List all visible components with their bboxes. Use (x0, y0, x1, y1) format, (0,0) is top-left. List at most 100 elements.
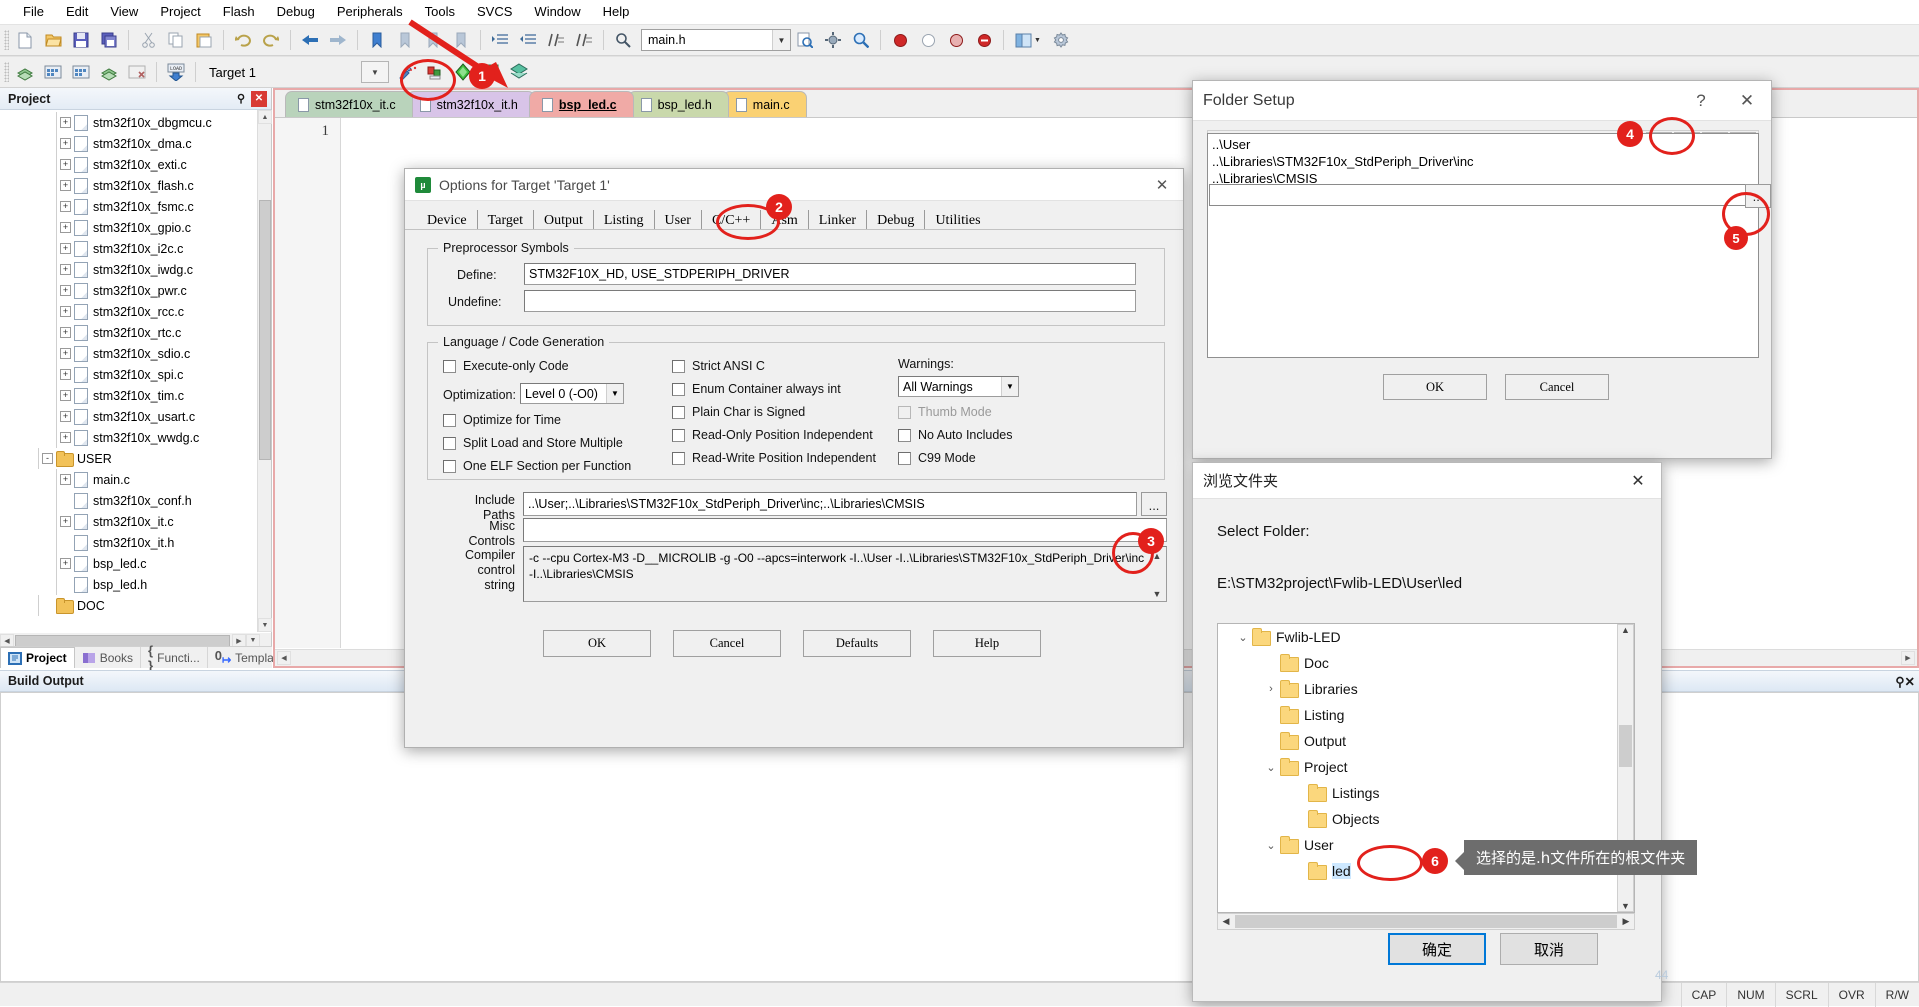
expand-icon[interactable]: + (60, 390, 71, 401)
tree-item[interactable]: + stm32f10x_flash.c (0, 175, 257, 196)
ok-button[interactable]: OK (543, 630, 651, 657)
checkbox-box[interactable] (898, 451, 911, 465)
open-file-icon[interactable] (40, 27, 66, 53)
checkbox-box[interactable] (672, 359, 685, 373)
menu-item-edit[interactable]: Edit (55, 1, 99, 22)
dialog-title-bar[interactable]: Folder Setup ? ✕ (1193, 81, 1771, 121)
list-item[interactable]: ..\Libraries\STM32F10x_StdPeriph_Driver\… (1212, 153, 1758, 170)
save-all-icon[interactable] (96, 27, 122, 53)
expand-icon[interactable]: + (60, 348, 71, 359)
expand-icon[interactable]: + (60, 243, 71, 254)
tree-item[interactable]: + stm32f10x_dbgmcu.c (0, 112, 257, 133)
folder-tree-item[interactable]: Output (1218, 728, 1634, 754)
stop-build-icon[interactable] (124, 59, 150, 85)
tree-item[interactable]: + stm32f10x_sdio.c (0, 343, 257, 364)
scroll-left-arrow[interactable]: ◀ (1218, 916, 1234, 927)
menu-item-flash[interactable]: Flash (212, 1, 266, 22)
rebuild-icon[interactable] (68, 59, 94, 85)
expand-icon[interactable]: + (60, 411, 71, 422)
toolbar-grip[interactable] (4, 62, 9, 82)
folder-tree-item[interactable]: ⌄ Project (1218, 754, 1634, 780)
editor-tab[interactable]: main.c (722, 91, 807, 117)
expand-icon[interactable]: + (60, 432, 71, 443)
panel-tab-books[interactable]: Books (75, 647, 142, 668)
disable-breakpoint-icon[interactable] (943, 27, 969, 53)
expand-icon[interactable]: + (60, 369, 71, 380)
expand-icon[interactable]: + (60, 138, 71, 149)
window-layout-icon[interactable]: ▼ (1010, 27, 1046, 53)
expand-icon[interactable]: + (60, 285, 71, 296)
checkbox-box[interactable] (443, 359, 456, 373)
tree-item[interactable]: + stm32f10x_rtc.c (0, 322, 257, 343)
scroll-thumb[interactable] (1619, 725, 1632, 767)
scroll-down-arrow[interactable]: ▼ (258, 618, 272, 632)
undefine-field[interactable] (524, 290, 1136, 312)
checkbox-box[interactable] (443, 436, 456, 450)
warnings-select[interactable]: All Warnings ▼ (898, 376, 1019, 397)
tree-item[interactable]: + stm32f10x_dma.c (0, 133, 257, 154)
scroll-up-arrow[interactable]: ▲ (258, 110, 272, 124)
tree-item[interactable]: + stm32f10x_spi.c (0, 364, 257, 385)
expand-icon[interactable]: + (60, 558, 71, 569)
copy-icon[interactable] (163, 27, 189, 53)
checkbox-split-load-and-store-multiple[interactable]: Split Load and Store Multiple (443, 436, 623, 450)
translate-icon[interactable] (12, 59, 38, 85)
expand-icon[interactable]: + (60, 201, 71, 212)
checkbox-optimize-for-time[interactable]: Optimize for Time (443, 413, 561, 427)
close-icon[interactable]: ✕ (1723, 81, 1771, 120)
new-path-edit-field[interactable]: ... (1209, 184, 1771, 208)
editor-tab[interactable]: bsp_led.h (627, 91, 729, 117)
expand-icon[interactable]: + (60, 222, 71, 233)
menu-item-view[interactable]: View (99, 1, 149, 22)
scroll-thumb[interactable] (259, 200, 271, 460)
scroll-up-arrow[interactable]: ▲ (1618, 625, 1633, 635)
checkbox-no-auto-includes[interactable]: No Auto Includes (898, 428, 1013, 442)
include-paths-field[interactable]: ..\User;..\Libraries\STM32F10x_StdPeriph… (523, 492, 1137, 516)
insert-breakpoint-icon[interactable] (887, 27, 913, 53)
expand-icon[interactable]: + (60, 474, 71, 485)
checkbox-box[interactable] (898, 428, 911, 442)
save-icon[interactable] (68, 27, 94, 53)
optimization-select[interactable]: Level 0 (-O0) ▼ (520, 383, 624, 404)
collapse-icon[interactable]: - (42, 453, 53, 464)
download-icon[interactable]: LOAD (163, 59, 189, 85)
bookmark-icon[interactable] (364, 27, 390, 53)
tree-item[interactable]: - USER (0, 448, 257, 469)
checkbox-plain-char-is-signed[interactable]: Plain Char is Signed (672, 405, 805, 419)
toolbar-grip[interactable] (4, 30, 9, 50)
redo-icon[interactable] (258, 27, 284, 53)
defaults-button[interactable]: Defaults (803, 630, 911, 657)
misc-controls-field[interactable] (523, 518, 1167, 542)
tree-item[interactable]: stm32f10x_conf.h (0, 490, 257, 511)
target-dropdown-arrow[interactable]: ▼ (361, 61, 389, 83)
folder-tree-item[interactable]: Listing (1218, 702, 1634, 728)
close-icon[interactable]: ✕ (1141, 169, 1183, 200)
chevron-down-icon[interactable]: ▼ (1001, 377, 1018, 396)
menu-item-project[interactable]: Project (149, 1, 211, 22)
tree-item[interactable]: + stm32f10x_usart.c (0, 406, 257, 427)
panel-tab-functions[interactable]: { } Functi... (141, 643, 208, 673)
tree-item[interactable]: + main.c (0, 469, 257, 490)
expand-icon[interactable]: + (60, 264, 71, 275)
cancel-button[interactable]: Cancel (673, 630, 781, 657)
find-input[interactable]: main.h ▼ (641, 29, 791, 51)
undo-icon[interactable] (230, 27, 256, 53)
scroll-thumb-h[interactable] (15, 634, 230, 647)
project-tree[interactable]: + stm32f10x_dbgmcu.c + stm32f10x_dma.c + stm3… (0, 110, 257, 632)
tree-item[interactable]: + stm32f10x_i2c.c (0, 238, 257, 259)
scroll-left-arrow[interactable]: ◀ (277, 651, 291, 665)
tree-item[interactable]: + stm32f10x_rcc.c (0, 301, 257, 322)
dialog-title-bar[interactable]: µ Options for Target 'Target 1' ✕ (405, 169, 1183, 201)
expand-icon[interactable]: + (60, 180, 71, 191)
cancel-button[interactable]: Cancel (1505, 374, 1609, 400)
chevron-down-icon[interactable]: ▼ (606, 384, 623, 403)
editor-tab[interactable]: bsp_led.c (528, 91, 634, 117)
paste-icon[interactable] (191, 27, 217, 53)
panel-tab-project[interactable]: Project (0, 647, 75, 668)
project-tree-vertical-scrollbar[interactable]: ▲ ▼ (257, 110, 272, 632)
chevron-right-icon[interactable]: › (1262, 683, 1280, 695)
kill-breakpoints-icon[interactable] (915, 27, 941, 53)
tree-item[interactable]: + stm32f10x_fsmc.c (0, 196, 257, 217)
checkbox-box[interactable] (672, 382, 685, 396)
scroll-down-arrow[interactable]: ▼ (1153, 586, 1162, 601)
